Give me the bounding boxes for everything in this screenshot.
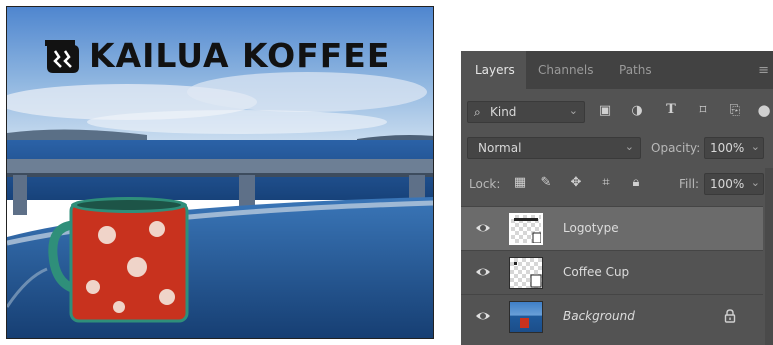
lock-icon[interactable]: [724, 309, 736, 323]
eye-icon[interactable]: [475, 220, 491, 236]
adjustment-filter-icon[interactable]: ◑: [629, 103, 645, 118]
blend-mode-value: Normal: [478, 141, 522, 155]
lock-transparent-pixels-icon[interactable]: ▦: [513, 175, 527, 190]
layer-row-coffee-cup[interactable]: Coffee Cup: [461, 250, 763, 294]
lock-artboard-icon[interactable]: ⌗: [599, 175, 613, 190]
lock-image-pixels-icon[interactable]: ✎: [539, 175, 553, 190]
opacity-label: Opacity:: [651, 141, 701, 155]
smart-object-badge-icon: [514, 262, 542, 288]
lock-row: Lock: ▦ ✎ ✥ ⌗ 🔒︎ Fill: 100% ⌄: [461, 171, 773, 197]
chevron-down-icon: ⌄: [750, 176, 760, 189]
photo-canvas: KAILUA KOFFEE: [6, 6, 434, 339]
layer-name[interactable]: Coffee Cup: [563, 265, 629, 279]
layer-thumbnail: [509, 301, 543, 333]
opacity-field[interactable]: 100% ⌄: [704, 137, 764, 159]
tab-layers[interactable]: Layers: [475, 63, 515, 77]
layer-name[interactable]: Logotype: [563, 221, 619, 235]
fill-label: Fill:: [679, 177, 700, 191]
fill-field[interactable]: 100% ⌄: [704, 173, 764, 195]
layer-thumbnail: [509, 257, 543, 289]
chevron-down-icon: ⌄: [624, 140, 634, 153]
lock-position-icon[interactable]: ✥: [569, 175, 583, 190]
smart-object-badge-icon: [514, 218, 542, 244]
coffee-bean-logo-icon: [45, 40, 79, 73]
image-filter-icon[interactable]: ▣: [597, 103, 613, 118]
layer-name[interactable]: Background: [563, 309, 635, 323]
panel-menu-icon[interactable]: ≡: [758, 63, 769, 78]
lock-all-icon[interactable]: 🔒︎: [629, 175, 643, 190]
type-filter-icon[interactable]: T: [663, 102, 679, 117]
layer-row-background[interactable]: Background: [461, 294, 763, 338]
filter-kind-value: Kind: [490, 105, 517, 119]
filter-kind-dropdown[interactable]: ⌕ Kind ⌄: [467, 101, 585, 123]
chevron-down-icon: ⌄: [568, 104, 578, 117]
logo-text: KAILUA KOFFEE: [89, 35, 391, 75]
layer-row-logotype[interactable]: Logotype: [461, 206, 763, 250]
kailua-koffee-logo: KAILUA KOFFEE: [45, 35, 390, 75]
panel-tab-bar: Layers Channels Paths ≡: [461, 51, 773, 89]
fill-value: 100%: [710, 177, 745, 191]
layers-panel: Layers Channels Paths ≡ ⌕ Kind ⌄ ▣ ◑ T ⌑…: [461, 51, 773, 345]
blend-row: Normal ⌄ Opacity: 100% ⌄: [461, 135, 773, 161]
blend-mode-dropdown[interactable]: Normal ⌄: [467, 137, 641, 159]
eye-icon[interactable]: [475, 264, 491, 280]
tab-paths[interactable]: Paths: [619, 63, 652, 77]
filter-row: ⌕ Kind ⌄ ▣ ◑ T ⌑ ⎘ ●: [461, 99, 773, 125]
opacity-value: 100%: [710, 141, 745, 155]
shape-filter-icon[interactable]: ⌑: [695, 103, 711, 118]
tab-channels[interactable]: Channels: [538, 63, 594, 77]
layer-thumbnail: [509, 213, 543, 245]
search-icon: ⌕: [474, 105, 481, 119]
layers-scrollbar[interactable]: [765, 168, 773, 345]
filter-toggle-icon[interactable]: ●: [757, 101, 771, 119]
lock-label: Lock:: [469, 177, 501, 191]
chevron-down-icon: ⌄: [750, 140, 760, 153]
photo-thumbnail-image: [520, 318, 529, 328]
eye-icon[interactable]: [475, 308, 491, 324]
smart-object-filter-icon[interactable]: ⎘: [727, 103, 743, 118]
